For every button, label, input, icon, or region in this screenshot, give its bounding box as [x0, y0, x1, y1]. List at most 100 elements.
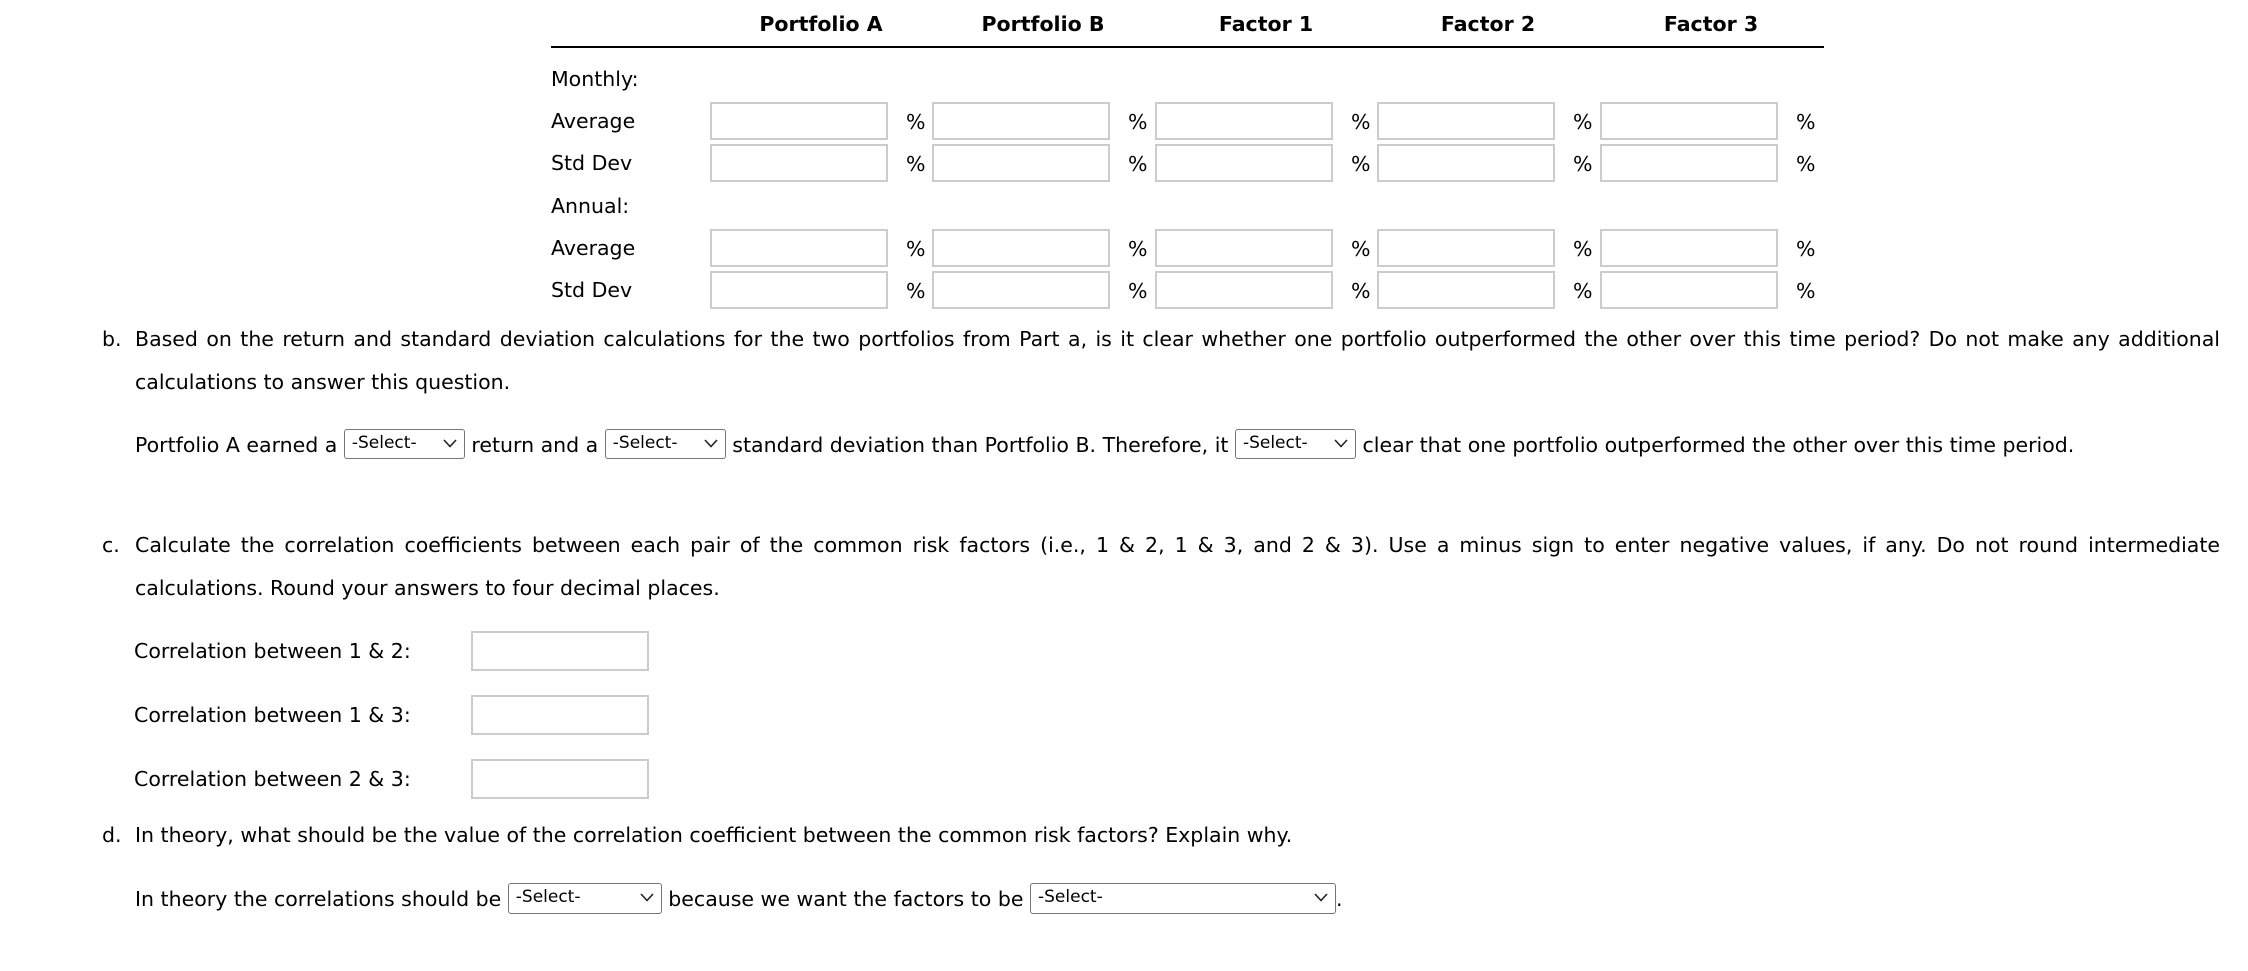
table-row-monthly-std-dev: Std Dev % % % % % — [551, 142, 1824, 184]
percent-unit: % — [1796, 110, 1816, 134]
chevron-down-icon — [443, 439, 457, 448]
table-row-monthly-average: Average % % % % % — [551, 100, 1824, 142]
percent-unit: % — [1796, 152, 1816, 176]
monthly-average-portfolio-b-input[interactable] — [932, 102, 1110, 140]
monthly-std-dev-portfolio-b-input[interactable] — [932, 144, 1110, 182]
is-clear-select[interactable]: -Select- — [1234, 429, 1356, 459]
percent-unit: % — [1128, 237, 1148, 261]
monthly-std-dev-factor-1-input[interactable] — [1155, 144, 1333, 182]
answer-b-text-1: Portfolio A earned a — [135, 433, 338, 457]
question-c-text: Calculate the correlation coefficients b… — [135, 533, 2220, 600]
row-label: Average — [551, 236, 636, 260]
select-value: -Select- — [1242, 433, 1308, 453]
monthly-average-factor-1-input[interactable] — [1155, 102, 1333, 140]
annual-average-factor-3-input[interactable] — [1600, 229, 1778, 267]
select-value: -Select- — [515, 886, 581, 907]
answer-d-text-3: . — [1336, 887, 1343, 911]
section-row-monthly: Monthly: — [551, 57, 1824, 100]
percent-unit: % — [1351, 237, 1371, 261]
percent-unit: % — [906, 152, 926, 176]
percent-unit: % — [1351, 110, 1371, 134]
correlation-label-2-3: Correlation between 2 & 3: — [134, 767, 411, 791]
percent-unit: % — [1351, 152, 1371, 176]
select-value: -Select- — [1038, 886, 1103, 907]
annual-average-portfolio-a-input[interactable] — [710, 229, 888, 267]
annual-average-portfolio-b-input[interactable] — [932, 229, 1110, 267]
factor-property-select[interactable]: -Select- — [1030, 882, 1336, 914]
annual-std-dev-factor-3-input[interactable] — [1600, 271, 1778, 309]
question-d: d. In theory, what should be the value o… — [102, 814, 2220, 857]
answer-b-text-4: clear that one portfolio outperformed th… — [1362, 433, 2075, 457]
percent-unit: % — [906, 279, 926, 303]
question-b-text: Based on the return and standard deviati… — [135, 327, 2220, 394]
monthly-average-factor-3-input[interactable] — [1600, 102, 1778, 140]
column-header-factor-1: Factor 1 — [1218, 12, 1314, 36]
row-label: Average — [551, 109, 636, 133]
chevron-down-icon — [704, 439, 718, 448]
column-header-factor-2: Factor 2 — [1440, 12, 1536, 36]
table-row-annual-average: Average % % % % % — [551, 227, 1824, 269]
question-d-text: In theory, what should be the value of t… — [135, 823, 1293, 847]
percent-unit: % — [1573, 110, 1593, 134]
correlation-1-3-input[interactable] — [471, 695, 649, 735]
percent-unit: % — [1573, 237, 1593, 261]
percent-unit: % — [906, 110, 926, 134]
annual-std-dev-portfolio-a-input[interactable] — [710, 271, 888, 309]
section-label-annual: Annual: — [551, 194, 630, 218]
question-marker-c: c. — [102, 533, 120, 557]
correlation-2-3-input[interactable] — [471, 759, 649, 799]
percent-unit: % — [1573, 152, 1593, 176]
correlation-row-2-3: Correlation between 2 & 3: — [134, 759, 649, 800]
annual-std-dev-factor-2-input[interactable] — [1377, 271, 1555, 309]
chevron-down-icon — [640, 892, 654, 902]
column-header-portfolio-a: Portfolio A — [759, 12, 883, 36]
chevron-down-icon — [1334, 439, 1348, 448]
section-label-monthly: Monthly: — [551, 67, 639, 91]
row-label: Std Dev — [551, 278, 633, 302]
question-b: b. Based on the return and standard devi… — [102, 318, 2220, 404]
column-header-portfolio-b: Portfolio B — [981, 12, 1105, 36]
percent-unit: % — [1351, 279, 1371, 303]
correlation-label-1-3: Correlation between 1 & 3: — [134, 703, 411, 727]
percent-unit: % — [1128, 152, 1148, 176]
annual-std-dev-portfolio-b-input[interactable] — [932, 271, 1110, 309]
percent-unit: % — [1796, 279, 1816, 303]
answer-b-text-2: return and a — [471, 433, 599, 457]
table-header-row: Portfolio A Portfolio B Factor 1 Factor … — [551, 0, 1824, 48]
monthly-std-dev-portfolio-a-input[interactable] — [710, 144, 888, 182]
percent-unit: % — [1796, 237, 1816, 261]
answer-b: Portfolio A earned a -Select- return and… — [135, 424, 2220, 467]
monthly-average-factor-2-input[interactable] — [1377, 102, 1555, 140]
annual-average-factor-2-input[interactable] — [1377, 229, 1555, 267]
row-label: Std Dev — [551, 151, 633, 175]
question-marker-b: b. — [102, 327, 122, 351]
correlation-row-1-3: Correlation between 1 & 3: — [134, 695, 649, 736]
percent-unit: % — [1128, 279, 1148, 303]
correlation-1-2-input[interactable] — [471, 631, 649, 671]
percent-unit: % — [1573, 279, 1593, 303]
monthly-average-portfolio-a-input[interactable] — [710, 102, 888, 140]
answer-b-text-3: standard deviation than Portfolio B. The… — [732, 433, 1229, 457]
section-row-annual: Annual: — [551, 184, 1824, 227]
annual-average-factor-1-input[interactable] — [1155, 229, 1333, 267]
correlation-row-1-2: Correlation between 1 & 2: — [134, 631, 649, 672]
table-row-annual-std-dev: Std Dev % % % % % — [551, 269, 1824, 311]
returns-table: Portfolio A Portfolio B Factor 1 Factor … — [551, 0, 1824, 311]
select-value: -Select- — [612, 433, 678, 453]
monthly-std-dev-factor-3-input[interactable] — [1600, 144, 1778, 182]
monthly-std-dev-factor-2-input[interactable] — [1377, 144, 1555, 182]
answer-d: In theory the correlations should be -Se… — [135, 878, 2220, 921]
correlation-label-1-2: Correlation between 1 & 2: — [134, 639, 411, 663]
select-value: -Select- — [351, 433, 417, 453]
answer-d-text-1: In theory the correlations should be — [135, 887, 502, 911]
column-header-factor-3: Factor 3 — [1663, 12, 1759, 36]
correlation-value-select[interactable]: -Select- — [507, 882, 662, 914]
return-comparison-select[interactable]: -Select- — [343, 429, 465, 459]
std-dev-comparison-select[interactable]: -Select- — [604, 429, 726, 459]
question-c: c. Calculate the correlation coefficient… — [102, 524, 2220, 610]
chevron-down-icon — [1314, 892, 1328, 902]
percent-unit: % — [1128, 110, 1148, 134]
annual-std-dev-factor-1-input[interactable] — [1155, 271, 1333, 309]
question-marker-d: d. — [102, 823, 122, 847]
percent-unit: % — [906, 237, 926, 261]
